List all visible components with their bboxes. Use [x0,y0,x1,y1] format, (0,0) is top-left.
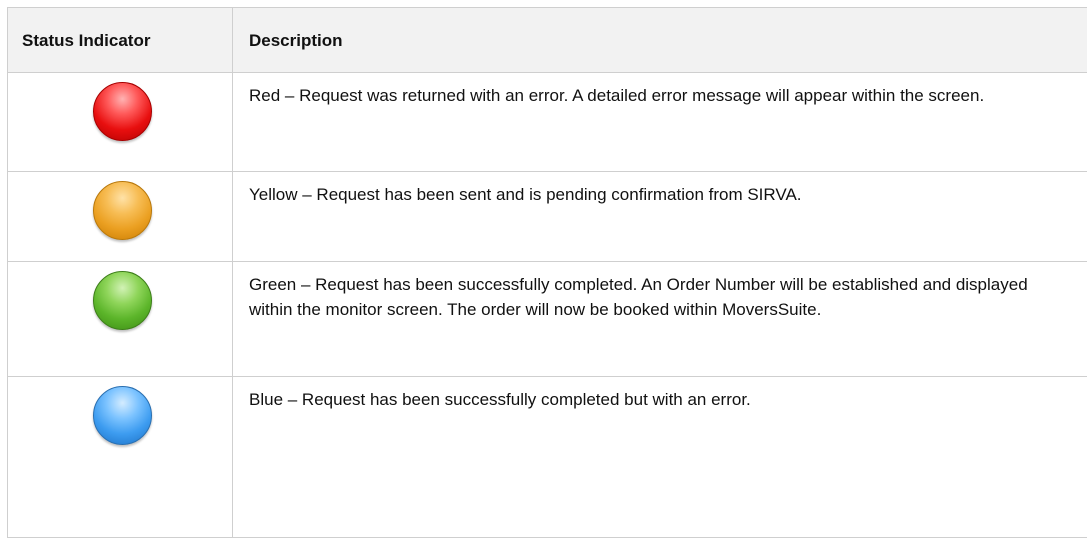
status-indicator-cell [8,172,233,262]
description-cell: Yellow – Request has been sent and is pe… [233,172,1087,262]
column-header-status-indicator: Status Indicator [8,8,233,73]
red-status-dot-icon [93,82,152,141]
description-cell: Red – Request was returned with an error… [233,73,1087,172]
table-header-row: Status Indicator Description [8,8,1087,73]
description-cell: Blue – Request has been successfully com… [233,377,1087,538]
status-indicator-cell [8,73,233,172]
column-header-description: Description [233,8,1087,73]
table-row: Yellow – Request has been sent and is pe… [8,172,1087,262]
green-status-dot-icon [93,271,152,330]
status-indicator-table: Status Indicator Description Red – Reque… [7,7,1087,538]
status-indicator-cell [8,377,233,538]
status-legend-document: Status Indicator Description Red – Reque… [7,7,1087,538]
status-indicator-cell [8,262,233,377]
table-row: Green – Request has been successfully co… [8,262,1087,377]
blue-status-dot-icon [93,386,152,445]
table-row: Blue – Request has been successfully com… [8,377,1087,538]
description-cell: Green – Request has been successfully co… [233,262,1087,377]
yellow-status-dot-icon [93,181,152,240]
table-row: Red – Request was returned with an error… [8,73,1087,172]
